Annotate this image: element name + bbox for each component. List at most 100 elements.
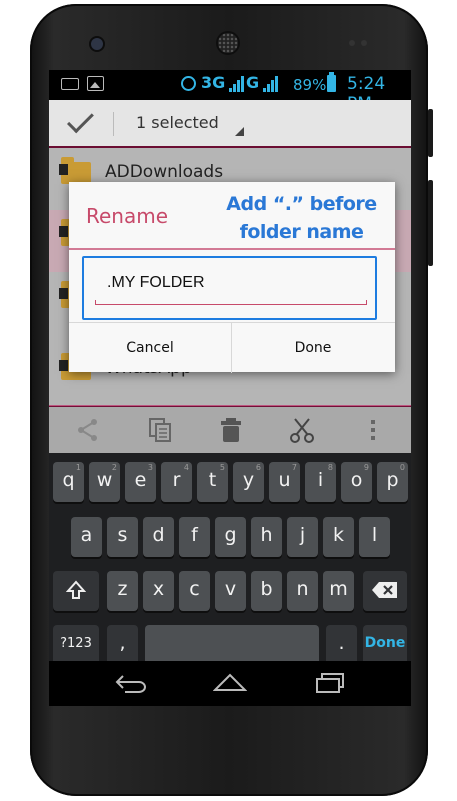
key-label: i xyxy=(317,469,324,491)
key-label: x xyxy=(152,578,165,600)
key-h[interactable]: h xyxy=(251,517,282,557)
action-bar-divider xyxy=(113,112,114,136)
comma-key[interactable]: , xyxy=(107,625,138,665)
key-label: . xyxy=(338,632,345,654)
key-t[interactable]: t5 xyxy=(197,462,228,502)
key-m[interactable]: m xyxy=(323,571,354,611)
key-label: b xyxy=(260,578,273,600)
key-label: h xyxy=(260,524,273,546)
key-g[interactable]: g xyxy=(215,517,246,557)
battery-percent: 89% xyxy=(293,76,327,94)
key-hint: 9 xyxy=(363,463,369,472)
image-icon xyxy=(87,76,104,91)
shift-icon xyxy=(65,580,87,599)
copy-icon[interactable] xyxy=(147,417,173,443)
key-hint: 2 xyxy=(111,463,117,472)
status-bar: 3G G 89% 5:24 PM xyxy=(49,70,411,114)
proximity-sensor xyxy=(349,40,355,46)
volume-button xyxy=(428,180,433,266)
period-key[interactable]: . xyxy=(326,625,357,665)
key-r[interactable]: r4 xyxy=(161,462,192,502)
signal-bars-icon xyxy=(229,76,244,92)
earpiece-speaker xyxy=(218,33,238,53)
key-label: e xyxy=(134,469,147,491)
key-label: j xyxy=(299,524,306,546)
key-hint: 4 xyxy=(183,463,189,472)
folder-name-input[interactable] xyxy=(105,273,359,293)
key-f[interactable]: f xyxy=(179,517,210,557)
key-d[interactable]: d xyxy=(143,517,174,557)
cancel-button[interactable]: Cancel xyxy=(69,323,232,373)
phone-screen: 3G G 89% 5:24 PM 1 selected ADDownloads xyxy=(49,70,411,706)
dialog-buttons: Cancel Done xyxy=(69,322,395,373)
navigation-bar xyxy=(49,661,411,706)
key-label: o xyxy=(350,469,363,491)
key-q[interactable]: q1 xyxy=(53,462,84,502)
power-button xyxy=(428,109,433,157)
shift-key[interactable] xyxy=(53,571,99,611)
done-button[interactable]: Done xyxy=(232,323,394,373)
key-y[interactable]: y6 xyxy=(233,462,264,502)
dropdown-triangle-icon[interactable] xyxy=(235,127,244,136)
symbols-key[interactable]: ?123 xyxy=(53,625,99,665)
rename-dialog: Rename Add “.” before folder name Cancel… xyxy=(69,182,395,373)
key-n[interactable]: n xyxy=(287,571,318,611)
key-o[interactable]: o9 xyxy=(341,462,372,502)
bottom-toolbar xyxy=(49,407,411,453)
key-e[interactable]: e3 xyxy=(125,462,156,502)
key-x[interactable]: x xyxy=(143,571,174,611)
keyboard-done-key[interactable]: Done xyxy=(363,625,407,665)
network-3g-label: 3G xyxy=(201,73,226,92)
recent-apps-icon[interactable] xyxy=(315,672,345,694)
key-label: q xyxy=(62,469,75,491)
key-k[interactable]: k xyxy=(323,517,354,557)
key-hint: 6 xyxy=(255,463,261,472)
key-hint: 3 xyxy=(147,463,153,472)
key-i[interactable]: i8 xyxy=(305,462,336,502)
key-v[interactable]: v xyxy=(215,571,246,611)
key-label: f xyxy=(191,524,198,546)
keyboard-icon xyxy=(61,78,79,90)
alarm-icon xyxy=(181,76,196,91)
key-hint: 7 xyxy=(291,463,297,472)
key-b[interactable]: b xyxy=(251,571,282,611)
key-label: g xyxy=(224,524,237,546)
key-label: p xyxy=(386,469,399,491)
key-label: Done xyxy=(364,635,406,651)
key-hint: 0 xyxy=(399,463,405,472)
key-c[interactable]: c xyxy=(179,571,210,611)
key-w[interactable]: w2 xyxy=(89,462,120,502)
key-u[interactable]: u7 xyxy=(269,462,300,502)
light-sensor xyxy=(361,40,367,46)
selected-count[interactable]: 1 selected xyxy=(136,113,219,132)
key-p[interactable]: p0 xyxy=(377,462,408,502)
key-label: w xyxy=(96,469,113,491)
cut-icon[interactable] xyxy=(289,417,315,443)
annotation-line: Add “.” before xyxy=(226,193,377,215)
key-label: , xyxy=(119,632,126,654)
key-a[interactable]: a xyxy=(71,517,102,557)
trash-icon[interactable] xyxy=(219,417,243,443)
space-key[interactable] xyxy=(145,625,319,665)
front-camera xyxy=(91,38,103,50)
key-label: d xyxy=(152,524,165,546)
key-label: a xyxy=(80,524,93,546)
key-label: r xyxy=(172,469,181,491)
key-label: l xyxy=(371,524,378,546)
key-label: s xyxy=(117,524,128,546)
key-label: k xyxy=(332,524,344,546)
key-s[interactable]: s xyxy=(107,517,138,557)
backspace-key[interactable] xyxy=(363,571,407,611)
key-label: v xyxy=(224,578,237,600)
check-icon[interactable] xyxy=(67,106,94,134)
network-g-label: G xyxy=(246,73,260,92)
key-label: t xyxy=(208,469,217,491)
share-icon[interactable] xyxy=(75,417,101,443)
key-l[interactable]: l xyxy=(359,517,390,557)
back-icon[interactable] xyxy=(115,672,147,694)
key-j[interactable]: j xyxy=(287,517,318,557)
key-z[interactable]: z xyxy=(107,571,138,611)
overflow-menu-icon[interactable] xyxy=(369,417,377,443)
home-icon[interactable] xyxy=(213,672,247,692)
key-label: z xyxy=(117,578,128,600)
